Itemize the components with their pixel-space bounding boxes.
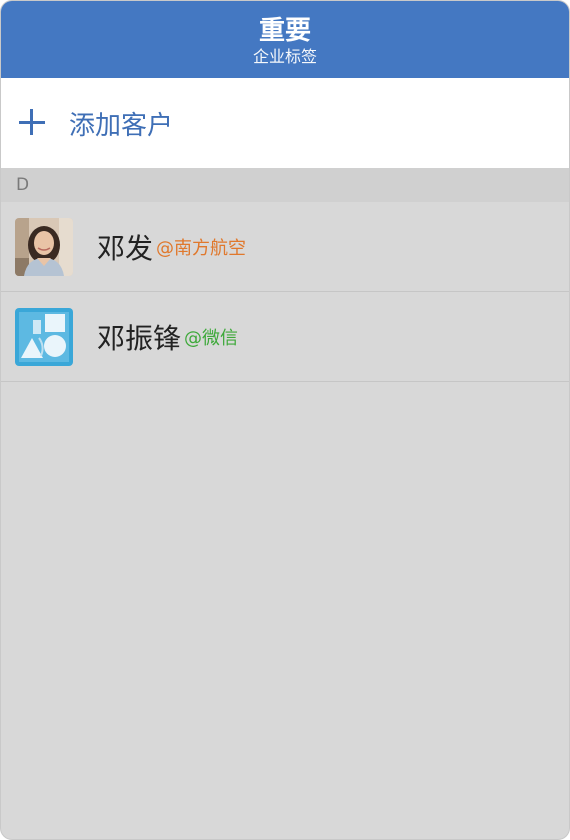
page-subtitle: 企业标签 xyxy=(252,47,317,66)
contact-tag-panel: 重要 企业标签 添加客户 D 邓发 @南方航空 邓振锋 @微信 xyxy=(0,0,570,840)
section-header-letter: D xyxy=(1,168,569,202)
contact-org-label: @微信 xyxy=(184,327,239,349)
person-photo-icon xyxy=(15,217,73,276)
contact-name: 邓发 xyxy=(97,231,154,265)
add-customer-label: 添加客户 xyxy=(69,110,174,141)
plus-icon xyxy=(19,109,47,137)
shapes-avatar xyxy=(15,307,73,366)
list-item[interactable]: 邓振锋 @微信 xyxy=(1,292,569,382)
add-customer-button[interactable]: 添加客户 xyxy=(1,78,569,168)
contact-name: 邓振锋 xyxy=(97,321,182,355)
photo-avatar xyxy=(15,217,73,276)
list-item[interactable]: 邓发 @南方航空 xyxy=(1,202,569,292)
header-bar: 重要 企业标签 xyxy=(1,1,569,78)
page-title: 重要 xyxy=(258,16,311,46)
shapes-icon xyxy=(15,307,73,366)
contact-org-label: @南方航空 xyxy=(156,237,247,259)
